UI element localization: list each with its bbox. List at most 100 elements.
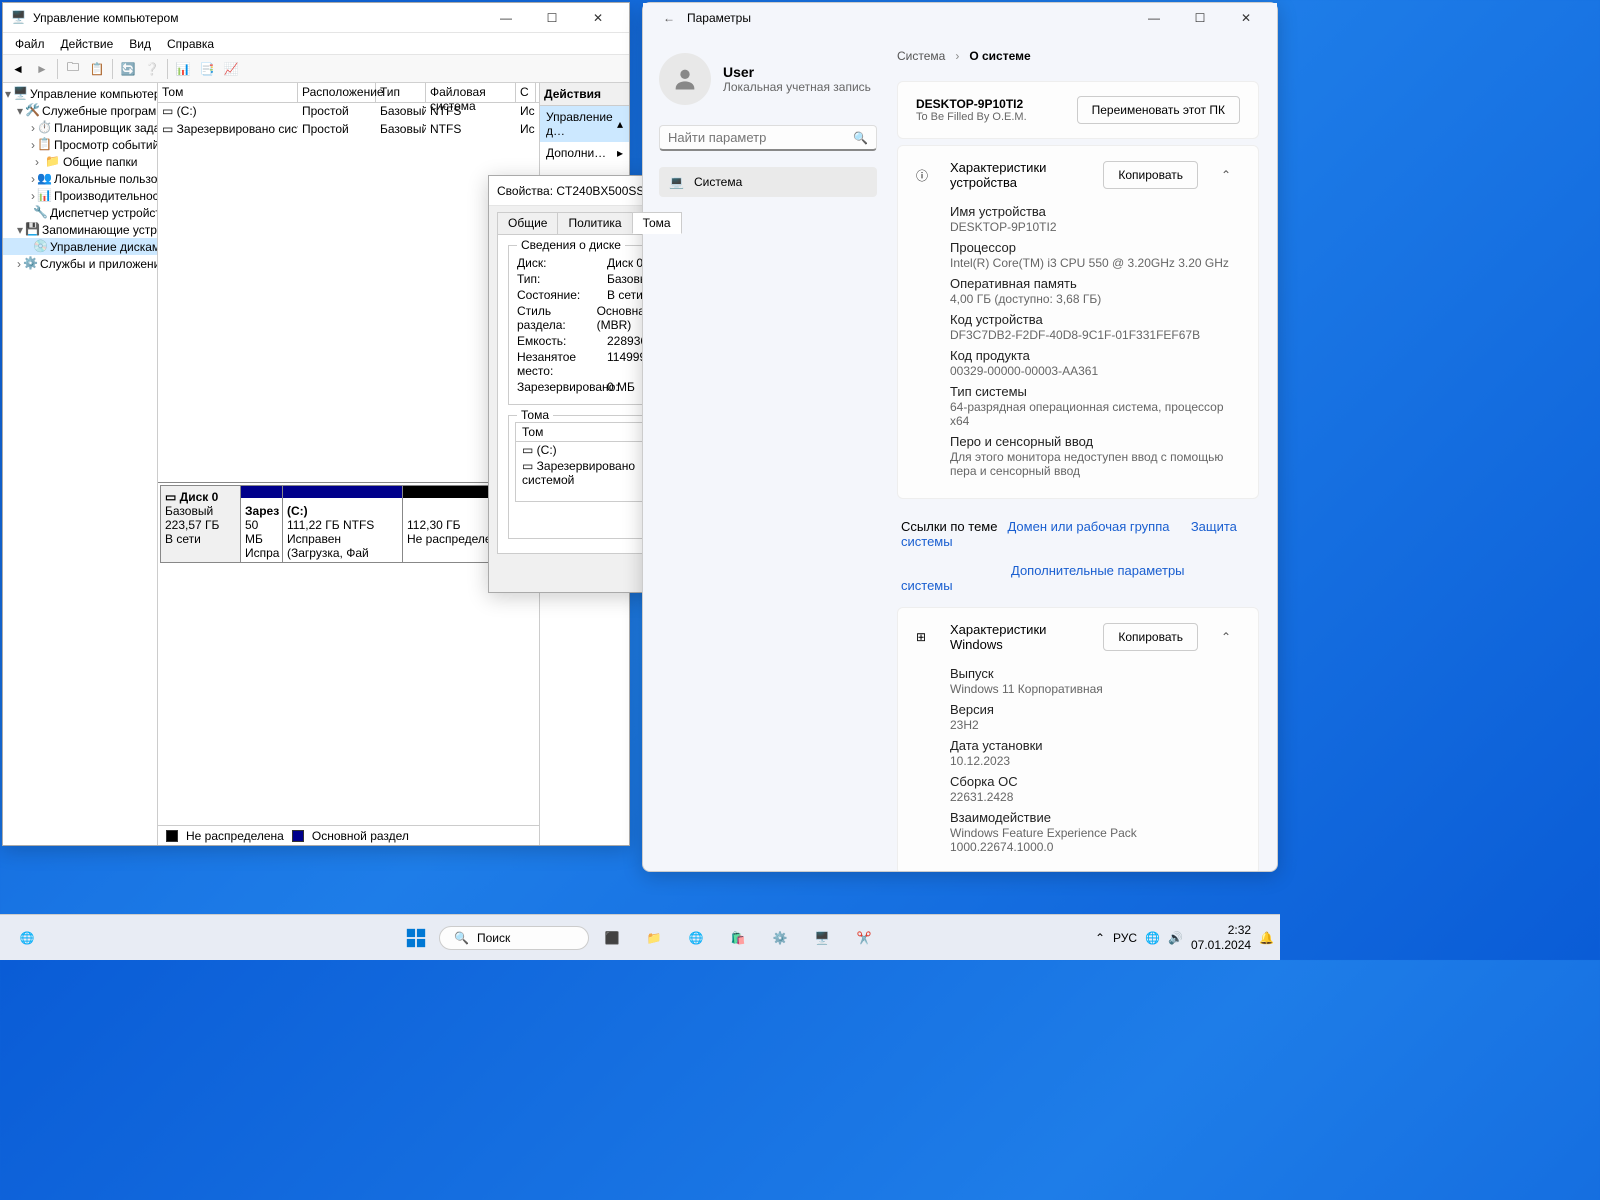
forward-button[interactable]: ►	[31, 58, 53, 80]
tab-volumes[interactable]: Тома	[632, 212, 682, 234]
tb-extra1[interactable]: 📊	[172, 58, 194, 80]
search-icon: 🔍	[454, 931, 469, 945]
settings-icon[interactable]: ⚙️	[761, 919, 799, 957]
settings-main[interactable]: Система › О системе DESKTOP-9P10TI2To Be…	[893, 33, 1277, 871]
close-button[interactable]: ✕	[1223, 3, 1269, 33]
close-button[interactable]: ✕	[575, 3, 621, 33]
taskbar-search[interactable]: 🔍Поиск	[439, 926, 589, 950]
col-layout[interactable]: Расположение	[298, 83, 376, 102]
rename-pc-button[interactable]: Переименовать этот ПК	[1077, 96, 1240, 124]
partition-system-reserved[interactable]: Зарез50 МБИспра	[241, 486, 283, 562]
device-spec-card: ⓘ Характеристики устройства Копировать ⌃…	[897, 145, 1259, 499]
copy-button[interactable]: Копировать	[1103, 161, 1198, 189]
tray-volume-icon[interactable]: 🔊	[1168, 931, 1183, 945]
collapse-icon[interactable]: ⌃	[1212, 168, 1240, 182]
link-advanced[interactable]: Дополнительные параметры системы	[901, 563, 1185, 593]
tree-local-users[interactable]: ›👥Локальные пользова	[3, 170, 157, 187]
tb-extra2[interactable]: 📑	[196, 58, 218, 80]
window-title: Параметры	[687, 11, 1131, 25]
copy-button[interactable]: Копировать	[1103, 623, 1198, 651]
avatar	[659, 53, 711, 105]
minimize-button[interactable]: —	[483, 3, 529, 33]
compmgmt-icon[interactable]: 🖥️	[803, 919, 841, 957]
volume-header[interactable]: Том Расположение Тип Файловая система С	[158, 83, 539, 103]
start-button[interactable]	[397, 919, 435, 957]
menu-help[interactable]: Справка	[159, 35, 222, 53]
menu-view[interactable]: Вид	[121, 35, 159, 53]
menu-file[interactable]: Файл	[7, 35, 53, 53]
partition-c[interactable]: (C:)111,22 ГБ NTFSИсправен (Загрузка, Фа…	[283, 486, 403, 562]
edge-icon[interactable]: 🌐	[8, 919, 46, 957]
app-icon: 🖥️	[11, 10, 27, 26]
volume-row[interactable]: ▭ Зарезервировано системой Простой Базов…	[158, 121, 539, 139]
tree-event-viewer[interactable]: ›📋Просмотр событий	[3, 136, 157, 153]
tree-services[interactable]: ▾🛠️Служебные программы	[3, 102, 157, 119]
breadcrumb: Система › О системе	[897, 49, 1259, 63]
legend: Не распределена Основной раздел	[158, 825, 539, 845]
collapse-icon[interactable]: ⌃	[1212, 630, 1240, 644]
tree-device-manager[interactable]: 🔧Диспетчер устройств	[3, 204, 157, 221]
nav-system[interactable]: 💻Система	[659, 167, 877, 197]
search-input[interactable]	[668, 130, 853, 145]
titlebar[interactable]: 🖥️ Управление компьютером — ☐ ✕	[3, 3, 629, 33]
user-row[interactable]: UserЛокальная учетная запись	[659, 53, 877, 105]
tree-disk-management[interactable]: 💿Управление дисками	[3, 238, 157, 255]
tree-services-apps[interactable]: ›⚙️Службы и приложения	[3, 255, 157, 272]
info-icon: ⓘ	[916, 167, 936, 184]
col-tom[interactable]: Том	[158, 83, 298, 102]
actions-more[interactable]: Дополни…▸	[540, 142, 629, 164]
tab-policy[interactable]: Политика	[557, 212, 632, 234]
tray-network-icon[interactable]: 🌐	[1145, 931, 1160, 945]
minimize-button[interactable]: —	[1131, 3, 1177, 33]
related-links: Ссылки по теме Домен или рабочая группа …	[897, 505, 1259, 607]
help-button[interactable]: ❔	[141, 58, 163, 80]
taskbar: 🌐 🔍Поиск ⬛ 📁 🌐 🛍️ ⚙️ 🖥️ ✂️ ⌃ РУС 🌐 🔊 2:3…	[0, 914, 1280, 960]
maximize-button[interactable]: ☐	[529, 3, 575, 33]
tree-storage[interactable]: ▾💾Запоминающие устройст	[3, 221, 157, 238]
tree-shared-folders[interactable]: ›📁Общие папки	[3, 153, 157, 170]
back-button[interactable]: ←	[651, 0, 687, 36]
tree-task-scheduler[interactable]: ›⏱️Планировщик заданий	[3, 119, 157, 136]
windows-spec-card: ⊞ Характеристики Windows Копировать ⌃ Вы…	[897, 607, 1259, 871]
tree-root[interactable]: ▾🖥️Управление компьютером (л	[3, 85, 157, 102]
tree-performance[interactable]: ›📊Производительност	[3, 187, 157, 204]
volume-row[interactable]: ▭ (C:) Простой Базовый NTFS Ис	[158, 103, 539, 121]
tb-extra3[interactable]: 📈	[220, 58, 242, 80]
breadcrumb-about: О системе	[969, 49, 1030, 63]
snip-icon[interactable]: ✂️	[845, 919, 883, 957]
back-button[interactable]: ◄	[7, 58, 29, 80]
tray-lang[interactable]: РУС	[1113, 931, 1137, 945]
task-view-icon[interactable]: ⬛	[593, 919, 631, 957]
tab-general[interactable]: Общие	[497, 212, 558, 234]
actions-disk-mgmt[interactable]: Управление д…▴	[540, 106, 629, 142]
disk-graphical-view: ▭ Диск 0 Базовый 223,57 ГБ В сети Зарез5…	[158, 482, 539, 845]
explorer-icon[interactable]: 📁	[635, 919, 673, 957]
device-name-card: DESKTOP-9P10TI2To Be Filled By O.E.M. Пе…	[897, 81, 1259, 139]
breadcrumb-system[interactable]: Система	[897, 49, 945, 63]
user-sub: Локальная учетная запись	[723, 80, 871, 94]
nav-tree[interactable]: ▾🖥️Управление компьютером (л ▾🛠️Служебны…	[3, 83, 158, 845]
search-box[interactable]: 🔍	[659, 125, 877, 151]
edge-taskbar-icon[interactable]: 🌐	[677, 919, 715, 957]
window-title: Управление компьютером	[33, 11, 483, 25]
up-button[interactable]: 🗀	[62, 58, 84, 80]
user-name: User	[723, 64, 871, 80]
col-status[interactable]: С	[516, 83, 536, 102]
settings-window: ← Параметры — ☐ ✕ UserЛокальная учетная …	[642, 2, 1278, 872]
disk-info[interactable]: ▭ Диск 0 Базовый 223,57 ГБ В сети	[161, 486, 241, 562]
link-domain[interactable]: Домен или рабочая группа	[1007, 519, 1169, 534]
titlebar[interactable]: ← Параметры — ☐ ✕	[643, 3, 1277, 33]
tray-notifications-icon[interactable]: 🔔	[1259, 931, 1274, 945]
toolbar: ◄ ► 🗀 📋 🔄 ❔ 📊 📑 📈	[3, 55, 629, 83]
windows-icon: ⊞	[916, 630, 936, 644]
tray-clock[interactable]: 2:3207.01.2024	[1191, 923, 1251, 952]
refresh-button[interactable]: 🔄	[117, 58, 139, 80]
menu-action[interactable]: Действие	[53, 35, 122, 53]
col-type[interactable]: Тип	[376, 83, 426, 102]
col-fs[interactable]: Файловая система	[426, 83, 516, 102]
store-icon[interactable]: 🛍️	[719, 919, 757, 957]
maximize-button[interactable]: ☐	[1177, 3, 1223, 33]
properties-button[interactable]: 📋	[86, 58, 108, 80]
menubar: Файл Действие Вид Справка	[3, 33, 629, 55]
tray-chevron[interactable]: ⌃	[1095, 931, 1105, 945]
